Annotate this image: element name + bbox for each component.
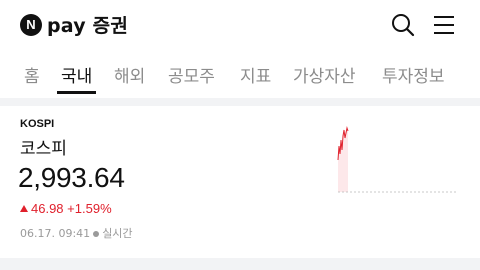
app-title[interactable]: pay 증권	[47, 11, 128, 38]
tab-investment-info[interactable]: 투자정보	[382, 62, 445, 94]
realtime-label: 실시간	[102, 227, 133, 240]
change-percent: +1.59%	[67, 201, 112, 216]
naver-logo-icon[interactable]: N	[20, 14, 42, 36]
section-divider-bottom	[0, 258, 480, 270]
index-timestamp: 06.17. 09:41 실시간	[20, 225, 133, 241]
index-value: 2,993.64	[18, 162, 125, 193]
tab-ipo[interactable]: 공모주	[168, 62, 215, 94]
tab-home[interactable]: 홈	[24, 62, 40, 94]
index-name: 코스피	[20, 139, 67, 159]
section-divider	[0, 98, 480, 106]
app-header: N pay 증권	[0, 0, 480, 52]
live-dot-icon	[93, 230, 100, 237]
date-time: 06.17. 09:41	[20, 227, 91, 240]
intraday-sparkline	[337, 126, 458, 193]
search-icon	[392, 14, 415, 37]
change-amount: 46.98	[31, 201, 64, 216]
search-button[interactable]	[390, 12, 416, 38]
up-arrow-icon	[20, 205, 28, 212]
tab-indicators[interactable]: 지표	[240, 62, 271, 94]
menu-button[interactable]	[432, 14, 456, 36]
index-change: 46.98 +1.59%	[20, 201, 112, 216]
hamburger-icon	[434, 16, 454, 18]
tab-overseas[interactable]: 해외	[114, 62, 145, 94]
tab-domestic[interactable]: 국내	[56, 62, 97, 94]
category-tabs: 홈 국내 해외 공모주 지표 가상자산 투자정보	[0, 54, 480, 96]
index-code: KOSPI	[20, 118, 55, 130]
tab-crypto[interactable]: 가상자산	[293, 62, 356, 94]
